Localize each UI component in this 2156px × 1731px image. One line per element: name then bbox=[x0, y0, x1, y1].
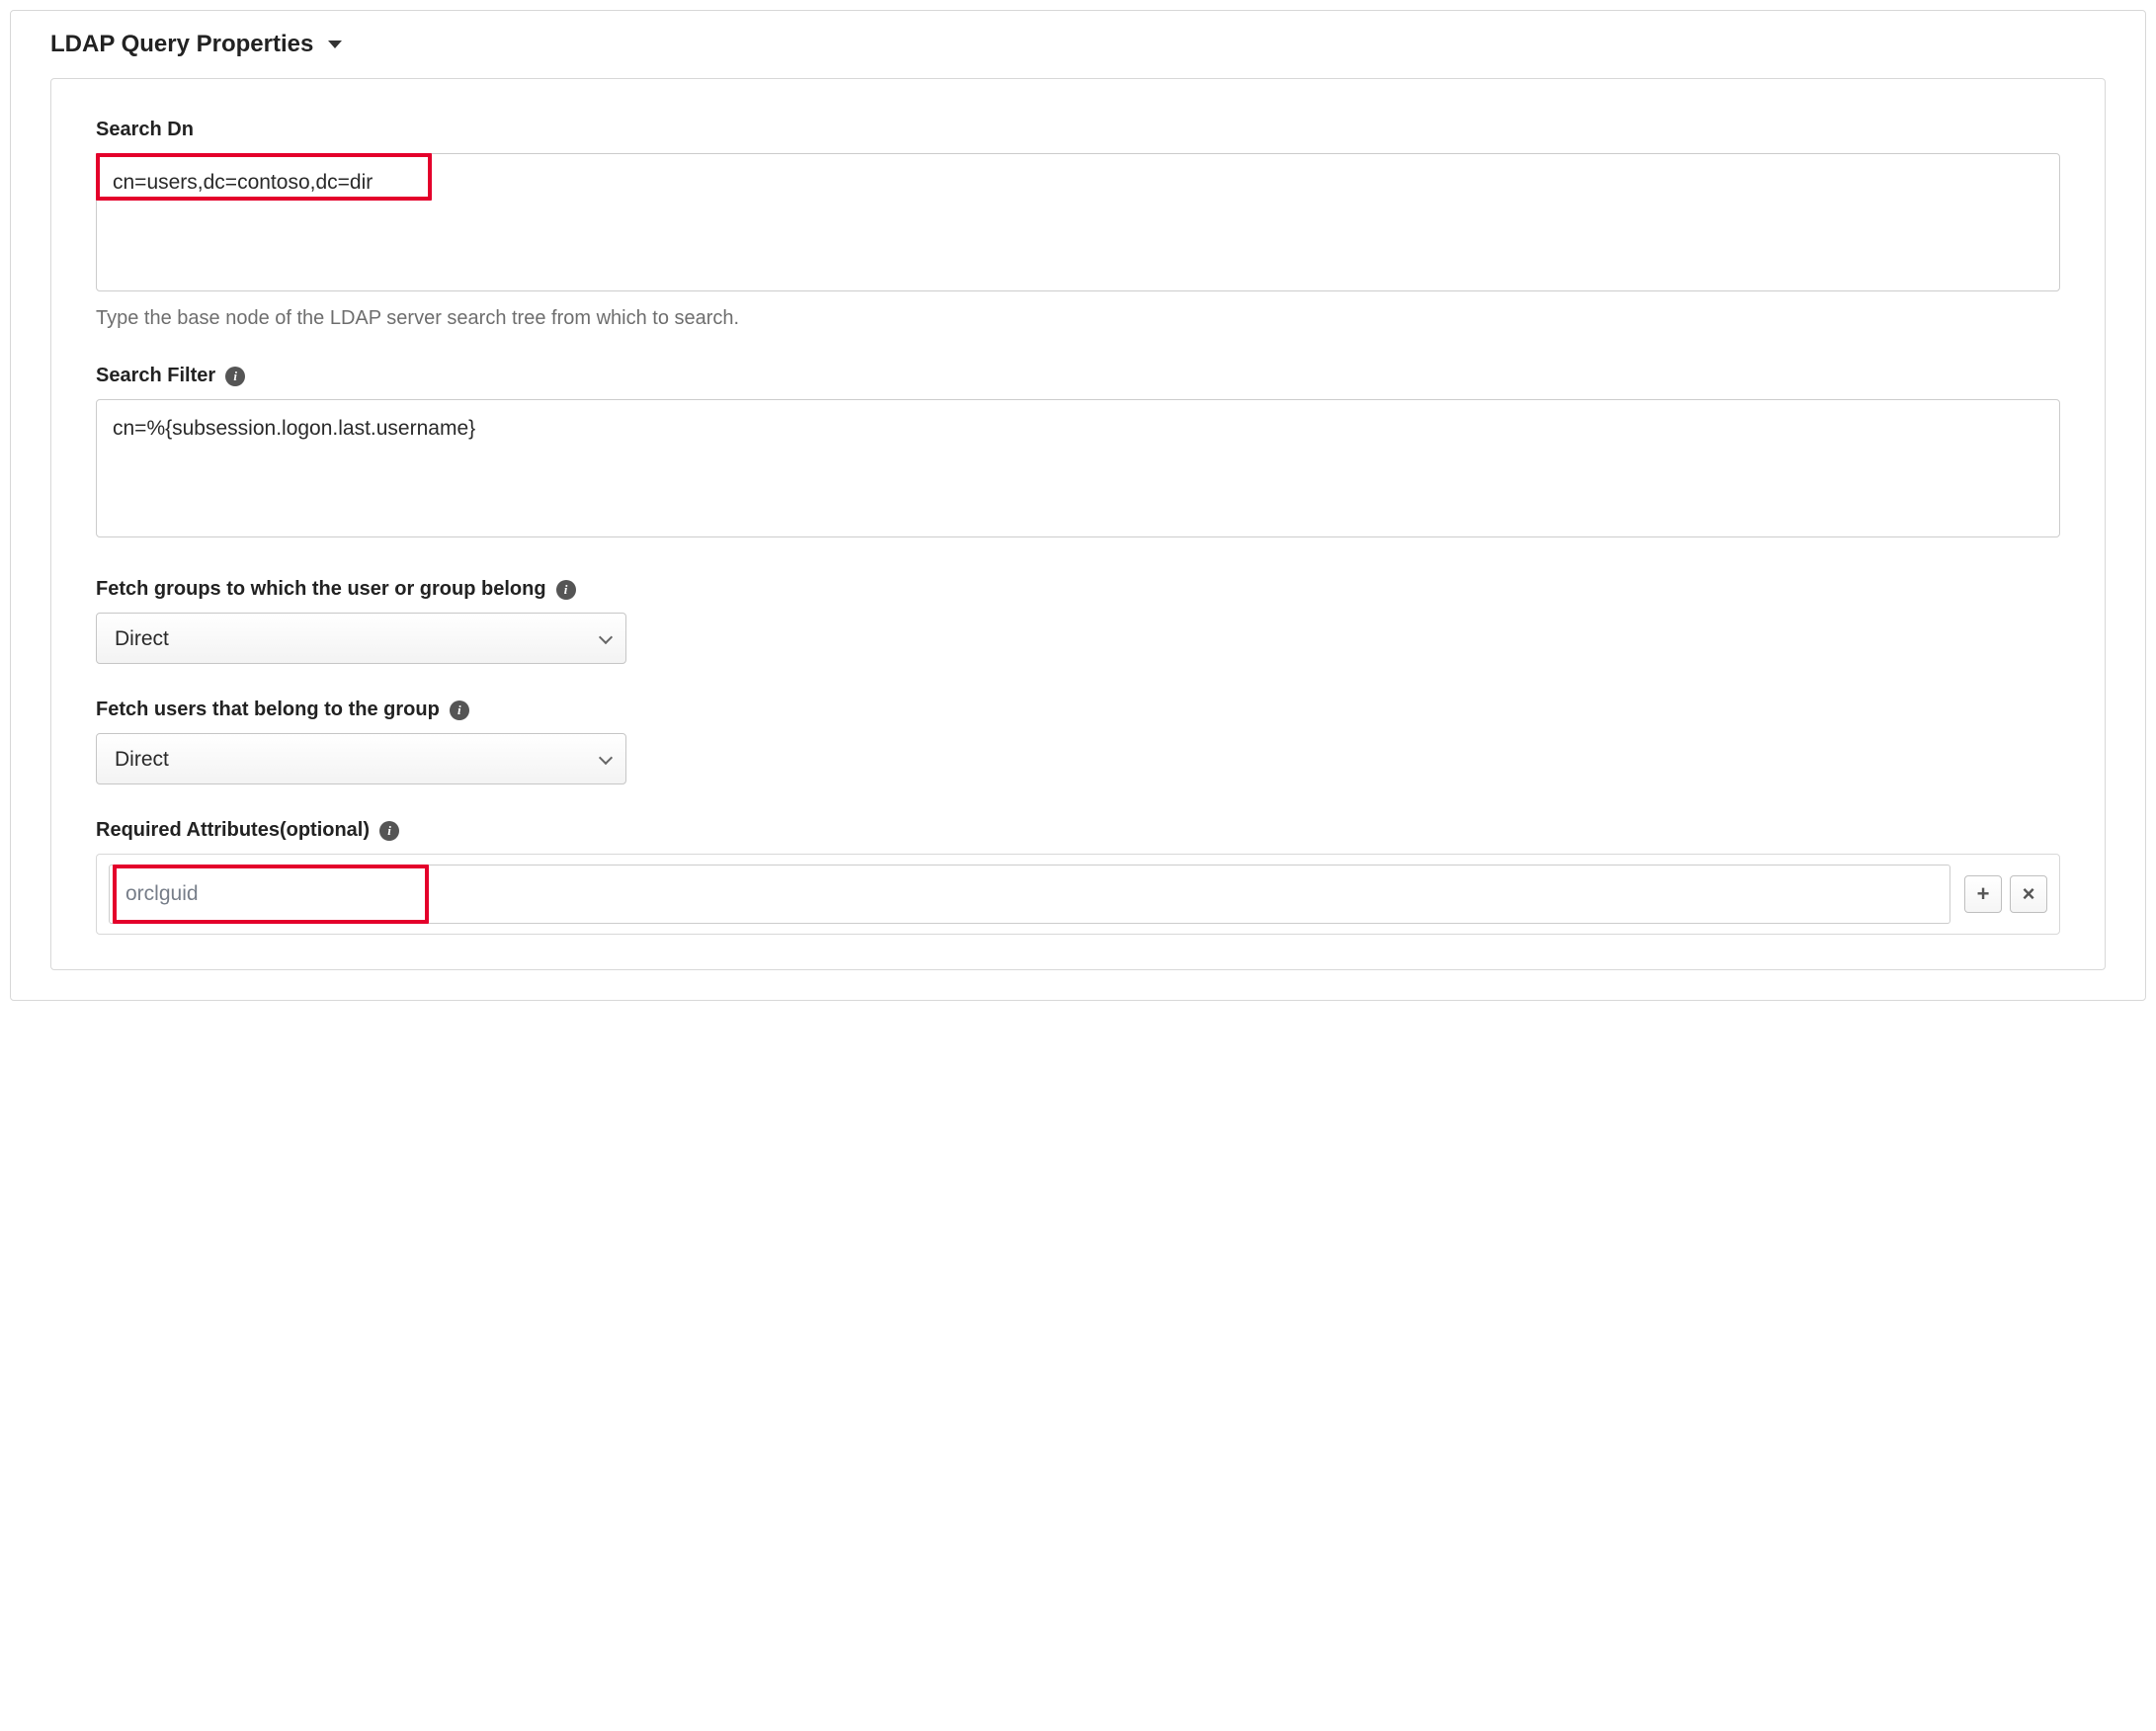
properties-panel: Search Dn Type the base node of the LDAP… bbox=[50, 78, 2106, 970]
caret-down-icon bbox=[327, 37, 343, 52]
remove-attribute-button[interactable]: × bbox=[2010, 875, 2047, 913]
required-attributes-label: Required Attributes(optional) bbox=[96, 819, 370, 842]
fetch-groups-select[interactable]: Direct bbox=[96, 613, 626, 664]
search-dn-helper: Type the base node of the LDAP server se… bbox=[96, 307, 2060, 330]
field-fetch-users: Fetch users that belong to the group i D… bbox=[96, 699, 2060, 784]
info-icon[interactable]: i bbox=[225, 367, 245, 386]
info-icon[interactable]: i bbox=[556, 580, 576, 600]
fetch-users-select[interactable]: Direct bbox=[96, 733, 626, 784]
fetch-users-label: Fetch users that belong to the group bbox=[96, 699, 440, 721]
required-attribute-input[interactable] bbox=[109, 865, 1950, 924]
field-fetch-groups: Fetch groups to which the user or group … bbox=[96, 578, 2060, 664]
section-title: LDAP Query Properties bbox=[50, 31, 313, 58]
search-filter-input[interactable] bbox=[96, 399, 2060, 537]
required-attributes-row: + × bbox=[96, 854, 2060, 935]
times-icon: × bbox=[2023, 883, 2035, 905]
add-attribute-button[interactable]: + bbox=[1964, 875, 2002, 913]
search-filter-label: Search Filter bbox=[96, 365, 215, 387]
plus-icon: + bbox=[1977, 883, 1990, 905]
outer-panel: LDAP Query Properties Search Dn Type the… bbox=[10, 10, 2146, 1001]
fetch-groups-label: Fetch groups to which the user or group … bbox=[96, 578, 546, 601]
field-search-filter: Search Filter i bbox=[96, 365, 2060, 543]
field-required-attributes: Required Attributes(optional) i + × bbox=[96, 819, 2060, 935]
section-header-toggle[interactable]: LDAP Query Properties bbox=[50, 31, 2106, 58]
field-search-dn: Search Dn Type the base node of the LDAP… bbox=[96, 119, 2060, 330]
info-icon[interactable]: i bbox=[379, 821, 399, 841]
search-dn-label: Search Dn bbox=[96, 119, 2060, 141]
info-icon[interactable]: i bbox=[450, 701, 469, 720]
search-dn-input[interactable] bbox=[96, 153, 2060, 291]
